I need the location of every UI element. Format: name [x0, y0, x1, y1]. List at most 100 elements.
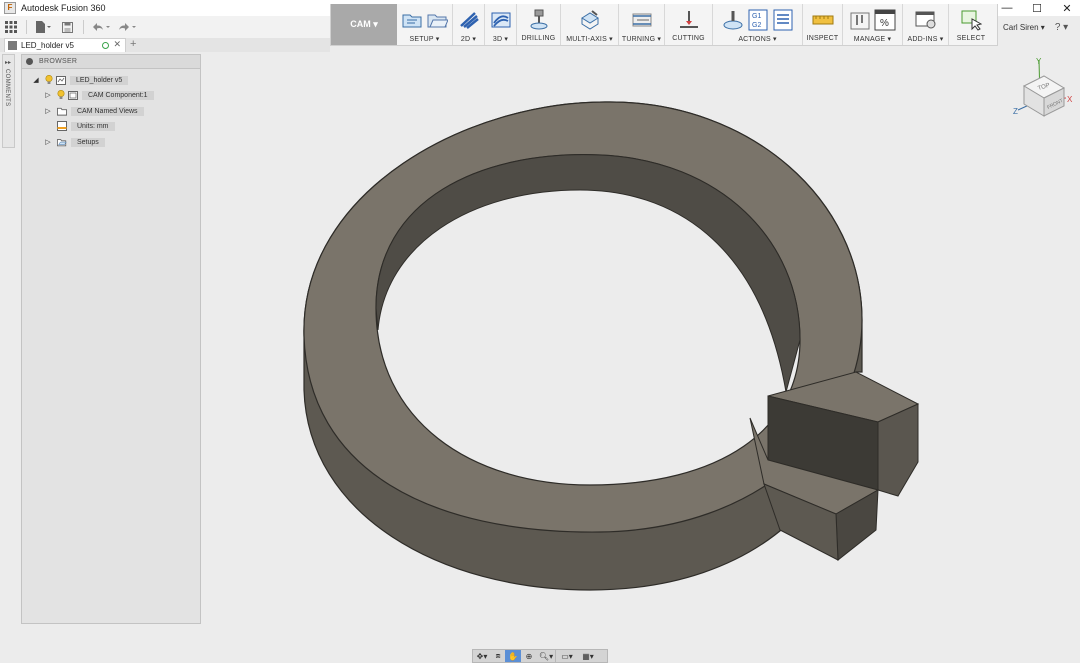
new-setup-icon[interactable]	[401, 9, 423, 31]
tree-node-root[interactable]: ◢ LED_holder v5	[32, 74, 129, 86]
view-cube[interactable]: TOP FRONT Y X Z	[1010, 58, 1074, 120]
ribbon-group-actions[interactable]: G1 G2 ACTIONS ▾	[713, 4, 803, 45]
tree-node-label: CAM Named Views	[71, 106, 144, 116]
new-tab-icon[interactable]: +	[130, 38, 136, 50]
ribbon-toolbar: CAM ▾ SETUP ▾ 2D ▾ 3D ▾ DRILLING MULTI-A…	[330, 4, 998, 46]
ribbon-group-add-ins[interactable]: ADD-INS ▾	[903, 4, 949, 45]
save-icon[interactable]	[55, 18, 79, 36]
ribbon-group-label: MULTI-AXIS ▾	[566, 36, 613, 43]
ribbon-group-manage[interactable]: % MANAGE ▾	[843, 4, 903, 45]
visibility-bulb-icon[interactable]	[44, 75, 53, 85]
comments-panel-collapsed[interactable]: ▸▸ COMMENTS	[2, 54, 15, 148]
zoom-window-icon[interactable]: ⊕	[521, 650, 537, 662]
ribbon-group-label: ADD-INS ▾	[907, 36, 944, 43]
grid-settings-icon[interactable]: ▦▾	[578, 650, 598, 662]
drill-icon[interactable]	[528, 9, 550, 31]
ribbon-group-label: MANAGE ▾	[853, 36, 892, 43]
look-at-icon[interactable]: ⧈	[491, 650, 505, 662]
tree-expander-icon[interactable]: ◢	[32, 76, 40, 84]
template-icon[interactable]: %	[874, 9, 896, 31]
ribbon-group-label: 2D ▾	[460, 36, 477, 43]
select-icon[interactable]	[960, 9, 982, 31]
multi-axis-icon[interactable]	[579, 9, 601, 31]
document-icon	[8, 41, 17, 50]
z-axis-label: Z	[1013, 107, 1018, 116]
ribbon-group-label: TURNING ▾	[621, 36, 662, 43]
simulate-icon[interactable]	[722, 9, 744, 31]
measure-icon[interactable]	[812, 9, 834, 31]
tree-node-label: Setups	[71, 137, 105, 147]
ribbon-group-multi-axis[interactable]: MULTI-AXIS ▾	[561, 4, 619, 45]
gcode-g2-label: G2	[752, 22, 761, 29]
model-viewport[interactable]	[202, 46, 1080, 663]
setups-folder-icon	[57, 138, 67, 147]
post-process-icon[interactable]: G1 G2	[747, 9, 769, 31]
file-icon[interactable]	[31, 18, 55, 36]
ribbon-group-3d[interactable]: 3D ▾	[485, 4, 517, 45]
display-settings-icon[interactable]: ▭▾	[556, 650, 578, 662]
ribbon-group-2d[interactable]: 2D ▾	[453, 4, 485, 45]
document-tab-title: LED_holder v5	[21, 41, 74, 50]
tree-node-cam-component[interactable]: ▷ CAM Component:1	[44, 89, 154, 101]
toolbar-divider	[26, 20, 27, 34]
browser-title: BROWSER	[39, 58, 78, 65]
ribbon-group-label: 3D ▾	[492, 36, 509, 43]
browser-panel: BROWSER ◢ LED_holder v5 ▷ CAM Component:…	[21, 54, 201, 624]
ribbon-group-select[interactable]: SELECT	[949, 4, 993, 45]
tree-node-label: Units: mm	[71, 121, 115, 131]
ribbon-group-label: INSPECT	[806, 35, 839, 42]
ribbon-group-cutting[interactable]: CUTTING	[665, 4, 713, 45]
2d-toolpath-icon[interactable]	[458, 9, 480, 31]
led-holder-model[interactable]	[303, 101, 920, 591]
ribbon-group-turning[interactable]: TURNING ▾	[619, 4, 665, 45]
ribbon-group-label: SELECT	[956, 35, 986, 42]
folder-icon	[57, 107, 67, 116]
toolbar-divider	[83, 20, 84, 34]
tree-node-units[interactable]: Units: mm	[52, 120, 115, 132]
tree-expander-icon[interactable]: ▷	[44, 138, 52, 146]
component-icon	[68, 90, 78, 100]
expand-comments-icon[interactable]: ▸▸	[5, 59, 11, 66]
document-tab[interactable]: LED_holder v5 ✕	[4, 38, 126, 52]
tree-node-setups[interactable]: ▷ Setups	[44, 136, 105, 148]
y-axis-label: Y	[1036, 58, 1042, 66]
document-node-icon	[56, 75, 66, 85]
visibility-bulb-icon[interactable]	[56, 90, 65, 100]
close-tab-icon[interactable]: ✕	[113, 39, 121, 50]
user-menu[interactable]: Carl Siren ▾	[1003, 23, 1045, 32]
ribbon-group-inspect[interactable]: INSPECT	[803, 4, 843, 45]
ribbon-group-setup[interactable]: SETUP ▾	[397, 4, 453, 45]
cutting-icon[interactable]	[678, 9, 700, 31]
x-axis-label: X	[1067, 95, 1073, 104]
units-icon	[57, 121, 67, 131]
tree-expander-icon[interactable]: ▷	[44, 91, 52, 99]
comments-label: COMMENTS	[4, 69, 10, 107]
setup-folder-icon[interactable]	[426, 9, 448, 31]
fusion-logo-icon: F	[4, 2, 16, 14]
turning-icon[interactable]	[631, 9, 653, 31]
tree-node-named-views[interactable]: ▷ CAM Named Views	[44, 105, 144, 117]
ribbon-group-label: DRILLING	[521, 35, 556, 42]
tree-expander-icon[interactable]: ▷	[44, 107, 52, 115]
tree-node-label: LED_holder v5	[70, 75, 129, 85]
pan-icon[interactable]: ✋	[505, 650, 521, 662]
grid-menu-icon[interactable]	[0, 18, 22, 36]
quick-access-toolbar	[0, 16, 330, 38]
3d-toolpath-icon[interactable]	[490, 9, 512, 31]
gcode-g1-label: G1	[752, 13, 761, 20]
collapse-browser-icon[interactable]	[26, 58, 33, 65]
orbit-icon[interactable]: ✥▾	[473, 650, 491, 662]
browser-header: BROWSER	[22, 55, 200, 69]
workspace-switcher[interactable]: CAM ▾	[331, 4, 397, 45]
user-area: Carl Siren ▾ ? ▾	[998, 16, 1080, 38]
maximize-icon[interactable]: ☐	[1022, 0, 1052, 16]
scripts-icon[interactable]	[915, 9, 937, 31]
ribbon-group-drilling[interactable]: DRILLING	[517, 4, 561, 45]
setup-sheet-icon[interactable]	[772, 9, 794, 31]
help-icon[interactable]: ? ▾	[1055, 22, 1068, 33]
zoom-icon[interactable]: 🔍︎▾	[537, 650, 555, 662]
redo-icon[interactable]	[114, 18, 140, 36]
undo-icon[interactable]	[88, 18, 114, 36]
tool-library-icon[interactable]	[849, 9, 871, 31]
close-icon[interactable]: ✕	[1052, 0, 1080, 16]
